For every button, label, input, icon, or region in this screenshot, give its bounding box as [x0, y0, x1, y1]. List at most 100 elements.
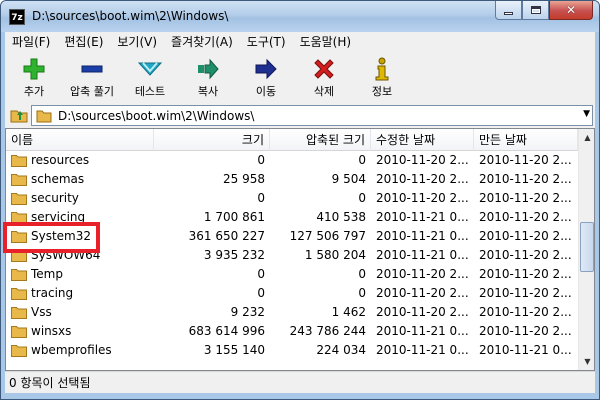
name-cell: winsxs: [6, 322, 154, 341]
column-header-name[interactable]: 이름: [6, 129, 154, 151]
column-header-row: 이름 크기 압축된 크기 수정한 날짜 만든 날짜: [6, 129, 578, 151]
created-cell: 2010-11-20 2...: [479, 191, 572, 205]
minimize-icon: [504, 11, 513, 15]
column-header-size[interactable]: 크기: [154, 129, 270, 151]
address-field[interactable]: D:\sources\boot.wim\2\Windows\ ▼: [31, 105, 593, 126]
copy-label: 복사: [197, 85, 219, 98]
folder-icon: [11, 288, 27, 300]
table-row[interactable]: schemas 25 958 9 504 2010-11-20 2... 201…: [6, 170, 578, 189]
modified-cell: 2010-11-21 0...: [376, 210, 469, 224]
file-name: tracing: [31, 286, 74, 300]
app-window: 7z D:\sources\boot.wim\2\Windows\ ✕ 파일(F…: [0, 0, 600, 400]
file-name: servicing: [31, 210, 86, 224]
name-cell: wbemprofiles: [6, 341, 154, 360]
table-row[interactable]: Temp 0 0 2010-11-20 2... 2010-11-20 2...: [6, 265, 578, 284]
menu-tools[interactable]: 도구(T): [240, 32, 293, 52]
table-row[interactable]: Vss 9 232 1 462 2010-11-20 2... 2010-11-…: [6, 303, 578, 322]
scroll-up-icon[interactable]: ▲: [579, 129, 594, 146]
table-row[interactable]: wbemprofiles 3 155 140 224 034 2010-11-2…: [6, 341, 578, 360]
name-cell: tracing: [6, 284, 154, 303]
name-cell: SysWOW64: [6, 246, 154, 265]
packed-size-cell: 0: [358, 267, 366, 281]
table-row[interactable]: SysWOW64 3 935 232 1 580 204 2010-11-21 …: [6, 246, 578, 265]
close-button[interactable]: ✕: [549, 1, 593, 20]
packed-size-cell: 0: [358, 191, 366, 205]
name-cell: servicing: [6, 208, 154, 227]
folder-icon: [11, 174, 27, 186]
info-label: 정보: [371, 85, 393, 98]
title-bar[interactable]: 7z D:\sources\boot.wim\2\Windows\ ✕: [1, 1, 599, 32]
copy-button[interactable]: 복사: [179, 52, 237, 100]
created-cell: 2010-11-20 2...: [479, 210, 572, 224]
column-header-packed-size[interactable]: 압축된 크기: [270, 129, 371, 151]
folder-icon: [11, 250, 27, 262]
modified-cell: 2010-11-21 0...: [376, 343, 469, 357]
menu-file[interactable]: 파일(F): [5, 32, 57, 52]
address-dropdown-icon[interactable]: ▼: [583, 109, 590, 119]
scroll-down-icon[interactable]: ▼: [579, 353, 594, 370]
name-cell: Temp: [6, 265, 154, 284]
created-cell: 2010-11-20 2...: [479, 172, 572, 186]
table-row[interactable]: servicing 1 700 861 410 538 2010-11-21 0…: [6, 208, 578, 227]
extract-button[interactable]: 압축 풀기: [63, 52, 121, 100]
name-cell: security: [6, 189, 154, 208]
modified-cell: 2010-11-20 2...: [376, 305, 469, 319]
table-row[interactable]: winsxs 683 614 996 243 786 244 2010-11-2…: [6, 322, 578, 341]
file-name: Vss: [31, 305, 52, 319]
vertical-scrollbar[interactable]: ▲ ▼: [578, 129, 594, 370]
name-cell: Vss: [6, 303, 154, 322]
status-text: 0 항목이 선택됨: [9, 376, 91, 390]
packed-size-cell: 410 538: [316, 210, 366, 224]
info-button[interactable]: 정보: [353, 52, 411, 100]
window-title: D:\sources\boot.wim\2\Windows\: [32, 9, 229, 23]
name-cell: resources: [6, 151, 154, 170]
menu-favorites[interactable]: 즐겨찾기(A): [164, 32, 240, 52]
size-cell: 361 650 227: [188, 229, 265, 243]
toolbar: 추가 압축 풀기 테스트 복사 이동 삭제 정보: [5, 52, 595, 102]
copy-arrow-icon: [196, 57, 220, 81]
created-cell: 2010-11-20 2...: [479, 305, 572, 319]
folder-icon: [11, 269, 27, 281]
delete-button[interactable]: 삭제: [295, 52, 353, 100]
size-cell: 1 700 861: [203, 210, 265, 224]
delete-label: 삭제: [313, 85, 335, 98]
test-button[interactable]: 테스트: [121, 52, 179, 100]
table-row[interactable]: tracing 0 0 2010-11-20 2... 2010-11-20 2…: [6, 284, 578, 303]
add-button[interactable]: 추가: [5, 52, 63, 100]
menu-help[interactable]: 도움말(H): [293, 32, 359, 52]
modified-cell: 2010-11-20 2...: [376, 267, 469, 281]
menu-bar: 파일(F) 편집(E) 보기(V) 즐겨찾기(A) 도구(T) 도움말(H): [5, 32, 595, 52]
minimize-button[interactable]: [495, 1, 522, 20]
size-cell: 3 935 232: [203, 248, 265, 262]
folder-icon: [36, 110, 52, 122]
name-cell: schemas: [6, 170, 154, 189]
created-cell: 2010-11-20 2...: [479, 153, 572, 167]
packed-size-cell: 0: [358, 286, 366, 300]
menu-view[interactable]: 보기(V): [110, 32, 164, 52]
column-header-created[interactable]: 만든 날짜: [474, 129, 578, 151]
modified-cell: 2010-11-20 2...: [376, 172, 469, 186]
table-row[interactable]: resources 0 0 2010-11-20 2... 2010-11-20…: [6, 151, 578, 170]
folder-icon: [11, 231, 27, 243]
menu-edit[interactable]: 편집(E): [57, 32, 110, 52]
close-icon: ✕: [565, 3, 577, 17]
file-name: System32: [31, 229, 92, 243]
check-icon: [138, 57, 162, 81]
delete-x-icon: [312, 57, 336, 81]
move-button[interactable]: 이동: [237, 52, 295, 100]
table-row[interactable]: security 0 0 2010-11-20 2... 2010-11-20 …: [6, 189, 578, 208]
maximize-button[interactable]: [522, 1, 549, 20]
file-list[interactable]: 이름 크기 압축된 크기 수정한 날짜 만든 날짜 resources 0 0 …: [5, 128, 595, 371]
up-folder-button[interactable]: [9, 105, 29, 125]
table-row[interactable]: System32 361 650 227 127 506 797 2010-11…: [6, 227, 578, 246]
address-path: D:\sources\boot.wim\2\Windows\: [58, 108, 255, 123]
move-arrow-icon: [254, 57, 278, 81]
created-cell: 2010-11-21 0...: [479, 343, 572, 357]
plus-icon: [22, 57, 46, 81]
size-cell: 0: [257, 191, 265, 205]
column-header-modified[interactable]: 수정한 날짜: [371, 129, 474, 151]
created-cell: 2010-11-20 2...: [479, 248, 572, 262]
7zip-app-icon[interactable]: 7z: [9, 9, 25, 25]
scroll-thumb[interactable]: [580, 222, 594, 272]
size-cell: 0: [257, 286, 265, 300]
